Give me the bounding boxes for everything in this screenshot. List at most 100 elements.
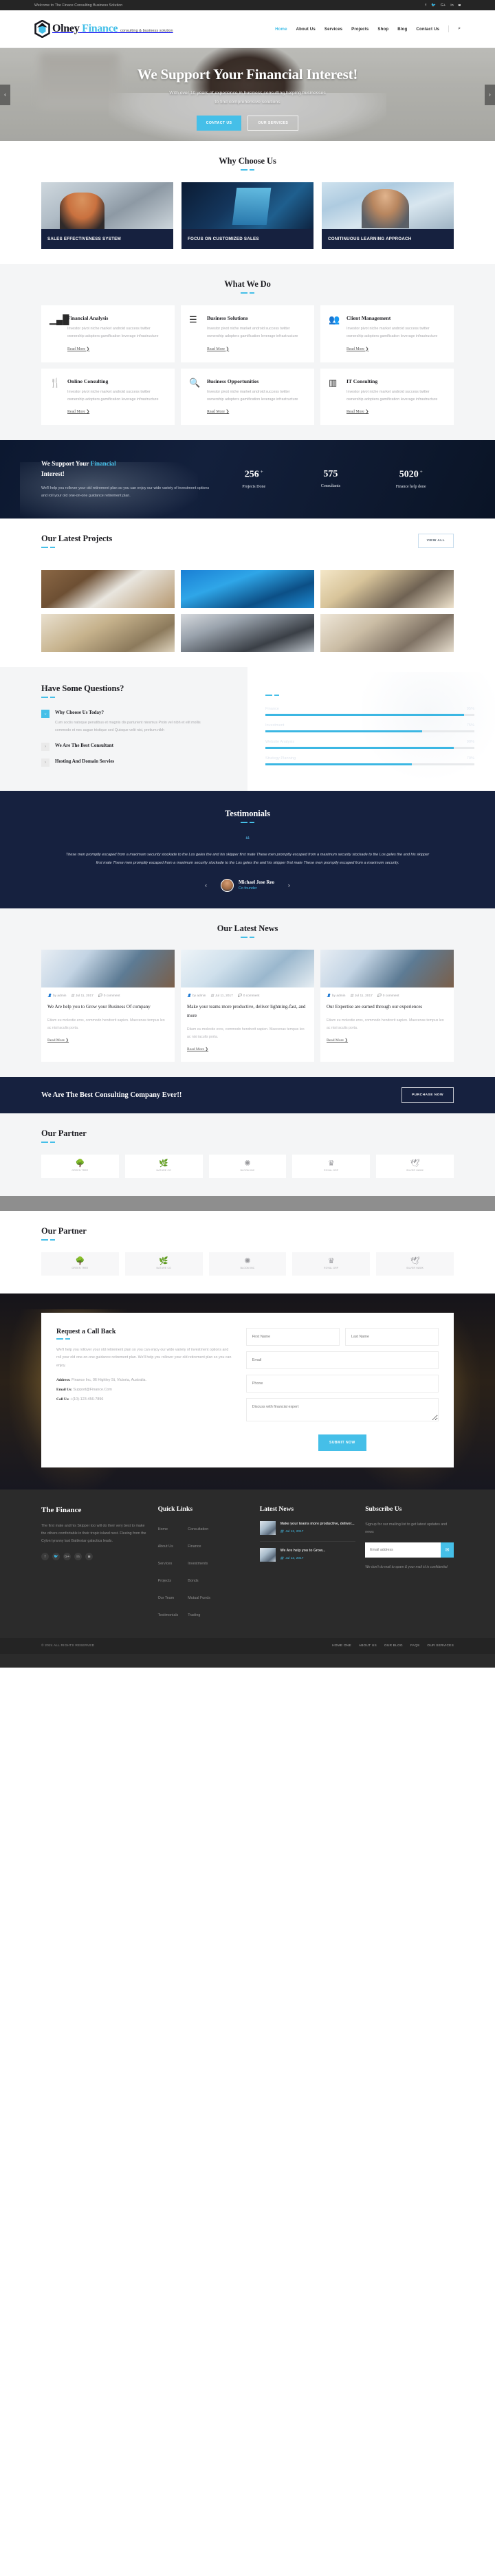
instagram-icon[interactable]: ◙ [85, 1553, 93, 1561]
google-plus-icon[interactable]: G+ [63, 1553, 71, 1561]
footer-link[interactable]: Testimonials [158, 1613, 179, 1617]
last-name-input[interactable] [344, 1327, 439, 1346]
search-icon[interactable]: ⌕ [458, 26, 461, 32]
top-social-links[interactable]: f 🐦 G+ in ◙ [426, 3, 461, 8]
partner-logo[interactable]: ✺ BLOOM INC [208, 1154, 287, 1178]
twitter-icon[interactable]: 🐦 [52, 1553, 60, 1561]
service-read-more-link[interactable]: Read More ❯ [207, 410, 229, 414]
footer-link[interactable]: Services [158, 1562, 173, 1566]
service-read-more-link[interactable]: Read More ❯ [67, 410, 89, 414]
chevron-right-icon[interactable]: › [41, 758, 50, 767]
service-card[interactable]: ☰ Business Solutions Investor pivot nich… [180, 305, 314, 362]
partner-logo[interactable]: 🕊 SILVER HAWK [376, 1154, 454, 1178]
hero-contact-button[interactable]: CONTACT US [196, 116, 242, 131]
news-read-more-link[interactable]: Read More ❯ [327, 1038, 348, 1043]
newsletter-email-input[interactable] [365, 1542, 441, 1558]
partner-logo[interactable]: ✺ BLOOM INC [208, 1252, 287, 1276]
partner-name: BLOOM INC [240, 1267, 255, 1270]
nav-item-blog[interactable]: Blog [397, 27, 407, 32]
project-thumb[interactable] [41, 569, 175, 608]
partner-logo[interactable]: 🌿 NATURE CO [124, 1252, 203, 1276]
google-plus-icon[interactable]: G+ [441, 3, 446, 8]
service-read-more-link[interactable]: Read More ❯ [67, 347, 89, 351]
news-read-more-link[interactable]: Read More ❯ [187, 1047, 208, 1051]
purchase-now-button[interactable]: PURCHASE NOW [402, 1087, 454, 1103]
footer-link[interactable]: About Us [158, 1544, 173, 1549]
why-card[interactable]: CONITINUOUS LEARNING APPROACH [322, 182, 454, 249]
footer-link[interactable]: Home [158, 1527, 168, 1531]
footer-link[interactable]: Our Team [158, 1596, 175, 1600]
service-read-more-link[interactable]: Read More ❯ [207, 347, 229, 351]
footer-link[interactable]: Finance [188, 1544, 201, 1549]
email-input[interactable] [245, 1351, 439, 1369]
newsletter-submit-button[interactable]: ✉ [441, 1542, 454, 1558]
nav-item-projects[interactable]: Projects [351, 27, 368, 32]
testimonial-prev-arrow[interactable]: ‹ [205, 882, 207, 888]
linkedin-icon[interactable]: in [450, 3, 453, 8]
service-read-more-link[interactable]: Read More ❯ [346, 410, 368, 414]
service-card[interactable]: ▁▄█ Financial Analysis Investor pivot ni… [41, 305, 175, 362]
project-thumb[interactable] [320, 613, 454, 652]
nav-item-shop[interactable]: Shop [377, 27, 388, 32]
footer-bottom-link[interactable]: ABOUT US [359, 1644, 377, 1648]
why-card[interactable]: FOCUS ON CUSTOMIZED SALES [182, 182, 314, 249]
footer-bottom-link[interactable]: FAQS [410, 1644, 420, 1648]
first-name-input[interactable] [245, 1327, 340, 1346]
footer-link[interactable]: Trading [188, 1613, 200, 1617]
faq-item[interactable]: ⌄ Why Choose Us Today? Cum sociis natoqu… [41, 709, 206, 735]
nav-item-contact-us[interactable]: Contact Us [416, 27, 439, 32]
footer-news-item[interactable]: We Are help you to Grow... ▤ Jul 12, 2017 [259, 1547, 356, 1568]
footer-bottom-link[interactable]: OUR BLOG [384, 1644, 403, 1648]
footer-news-item[interactable]: Make your teams more productive, deliver… [259, 1520, 356, 1542]
news-card[interactable]: 👤 by admin ▤ Jul 11, 2017 💬 0 comment Our E… [320, 949, 454, 1062]
footer-bottom-link[interactable]: HOME ONE [332, 1644, 351, 1648]
footer-subscribe-column: Subscribe Us Signup for our mailing list… [365, 1506, 454, 1624]
service-card[interactable]: 🍴 Online Consulting Investor pivot niche… [41, 368, 175, 426]
linkedin-icon[interactable]: in [74, 1553, 82, 1561]
phone-input[interactable] [245, 1374, 439, 1393]
faq-item[interactable]: › We Are The Best Consultant [41, 742, 206, 751]
footer-link[interactable]: Mutual Funds [188, 1596, 210, 1600]
nav-item-services[interactable]: Services [324, 27, 342, 32]
hero-services-button[interactable]: OUR SERVICES [248, 116, 299, 131]
news-card[interactable]: 👤 by admin ▤ Jul 11, 2017 💬 0 comment Make … [181, 949, 314, 1062]
partner-logo[interactable]: 🌳 GREEN TREE [41, 1154, 119, 1178]
service-card[interactable]: 🔍 Business Opportunities Investor pivot … [180, 368, 314, 426]
footer-social-links[interactable]: f 🐦 G+ in ◙ [41, 1553, 148, 1561]
partner-logo[interactable]: ♛ ROYAL GRP [292, 1252, 371, 1276]
hero-slider: ‹ › We Support Your Financial Interest! … [0, 48, 495, 141]
why-card[interactable]: SALES EFFECTIVENESS SYSTEM [41, 182, 173, 249]
news-card[interactable]: 👤 by admin ▤ Jul 11, 2017 💬 0 comment We Ar… [41, 949, 175, 1062]
service-read-more-link[interactable]: Read More ❯ [346, 347, 368, 351]
instagram-icon[interactable]: ◙ [459, 3, 461, 8]
submit-now-button[interactable]: SUBMIT NOW [318, 1434, 366, 1451]
partner-logo[interactable]: ♛ ROYAL GRP [292, 1154, 371, 1178]
service-card[interactable]: 👥 Client Management Investor pivot niche… [320, 305, 454, 362]
partner-logo[interactable]: 🌿 NATURE CO [124, 1154, 203, 1178]
faq-item[interactable]: › Hosting And Domain Servies [41, 758, 206, 767]
chevron-right-icon[interactable]: › [41, 742, 50, 751]
chevron-down-icon[interactable]: ⌄ [41, 709, 50, 718]
project-thumb[interactable] [180, 569, 314, 608]
project-thumb[interactable] [41, 613, 175, 652]
footer-link[interactable]: Investments [188, 1562, 208, 1566]
twitter-icon[interactable]: 🐦 [431, 3, 436, 8]
project-thumb[interactable] [180, 613, 314, 652]
nav-item-home[interactable]: Home [275, 27, 287, 32]
facebook-icon[interactable]: f [426, 3, 427, 8]
footer-link[interactable]: Consultation [188, 1527, 208, 1531]
partner-logo[interactable]: 🕊 SILVER HAWK [376, 1252, 454, 1276]
footer-link[interactable]: Bonds [188, 1579, 198, 1583]
facebook-icon[interactable]: f [41, 1553, 49, 1561]
partner-logo[interactable]: 🌳 GREEN TREE [41, 1252, 119, 1276]
site-logo[interactable]: Olney Finance consulting & business solu… [34, 19, 173, 39]
news-read-more-link[interactable]: Read More ❯ [47, 1038, 69, 1043]
footer-bottom-link[interactable]: OUR SERVICES [427, 1644, 454, 1648]
service-card[interactable]: ▥ IT Consulting Investor pivot niche mar… [320, 368, 454, 426]
footer-link[interactable]: Projects [158, 1579, 171, 1583]
project-thumb[interactable] [320, 569, 454, 608]
message-textarea[interactable] [245, 1397, 439, 1421]
view-all-projects-button[interactable]: VIEW ALL [417, 533, 454, 548]
testimonial-next-arrow[interactable]: › [288, 882, 290, 888]
nav-item-about-us[interactable]: About Us [296, 27, 316, 32]
